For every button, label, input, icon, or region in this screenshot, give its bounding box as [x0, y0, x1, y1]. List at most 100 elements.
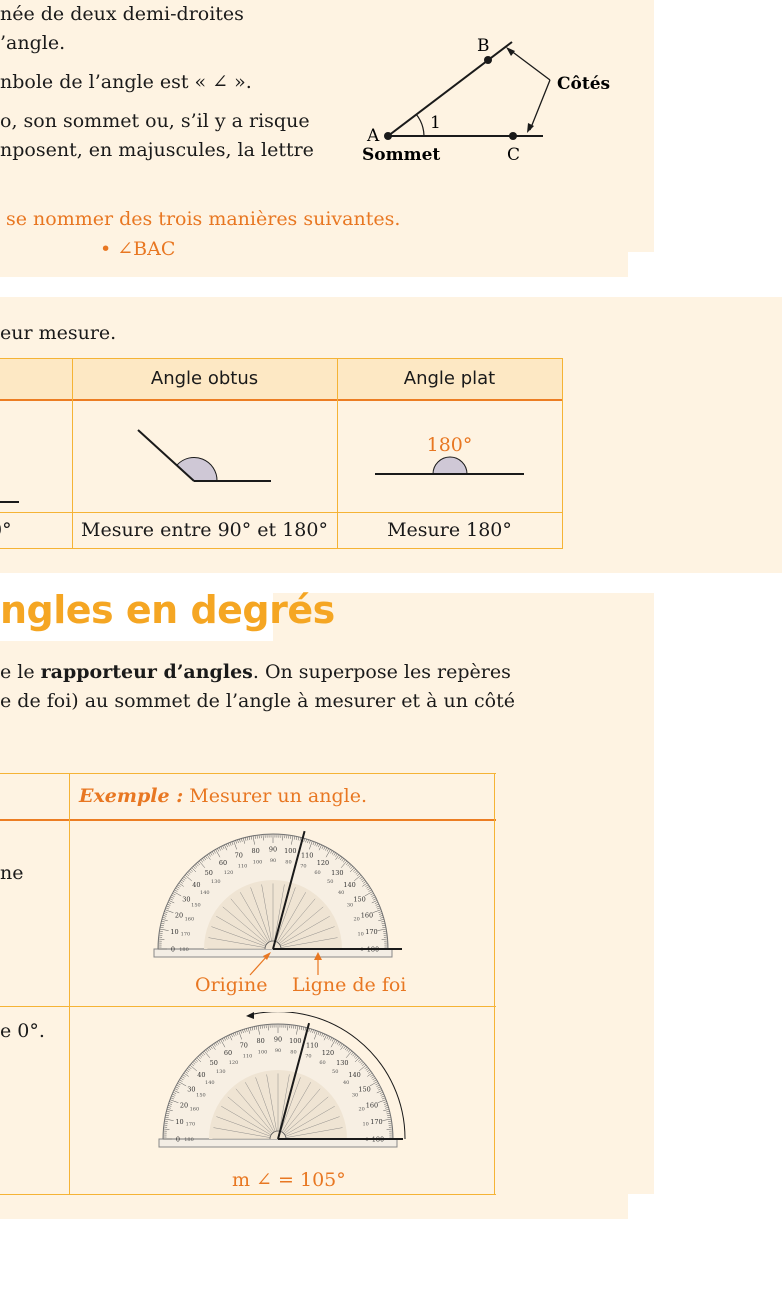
definition-line-4: o, son sommet ou, s’il y a risque: [0, 110, 310, 132]
measurement-line-1: e le rapporteur d’angles. On superpose l…: [0, 661, 511, 683]
svg-text:90: 90: [270, 858, 276, 864]
header-angle-obtus: Angle obtus: [150, 368, 259, 389]
step-1-text-fragment: ne: [0, 862, 24, 884]
svg-text:100: 100: [284, 847, 296, 855]
svg-text:90: 90: [269, 846, 277, 854]
svg-text:110: 110: [243, 1053, 253, 1059]
svg-text:50: 50: [205, 869, 213, 877]
svg-text:110: 110: [306, 1042, 318, 1050]
svg-text:30: 30: [347, 903, 353, 909]
svg-text:20: 20: [175, 911, 183, 919]
svg-text:150: 150: [358, 1086, 370, 1094]
svg-text:20: 20: [358, 1107, 364, 1113]
definition-box-tail: [0, 252, 628, 277]
measurement-line-2: e de foi) au sommet de l’angle à mesurer…: [0, 690, 515, 712]
svg-text:20: 20: [353, 917, 359, 923]
straight-angle-value: 180°: [426, 434, 473, 456]
svg-text:140: 140: [205, 1080, 215, 1086]
angle-types-intro: eur mesure.: [0, 322, 117, 344]
measure-straight: Mesure 180°: [387, 519, 512, 541]
svg-text:160: 160: [185, 917, 195, 923]
svg-text:60: 60: [219, 859, 227, 867]
svg-text:10: 10: [362, 1122, 368, 1128]
svg-text:130: 130: [331, 869, 343, 877]
svg-text:110: 110: [238, 863, 248, 869]
header-angle-plat: Angle plat: [403, 368, 496, 389]
svg-text:70: 70: [305, 1053, 311, 1059]
svg-text:100: 100: [289, 1037, 301, 1045]
svg-text:170: 170: [186, 1122, 196, 1128]
definition-line-3: nbole de l’angle est « ∠ ».: [0, 71, 252, 93]
angle-figure: B A C 1 Sommet Côtés: [362, 36, 610, 165]
svg-text:30: 30: [187, 1086, 195, 1094]
obtuse-angle-figure: [137, 429, 271, 482]
svg-text:120: 120: [322, 1049, 334, 1057]
label-cotes: Côtés: [557, 74, 610, 94]
definition-line-1: née de deux demi-droites: [0, 3, 244, 25]
svg-text:40: 40: [197, 1071, 205, 1079]
measurement-box-tail: [0, 1194, 628, 1219]
svg-text:10: 10: [170, 928, 178, 936]
svg-text:110: 110: [301, 852, 313, 860]
label-a: A: [366, 126, 380, 146]
svg-text:130: 130: [216, 1069, 226, 1075]
svg-text:180: 180: [184, 1137, 194, 1143]
svg-text:160: 160: [361, 911, 373, 919]
svg-text:150: 150: [191, 903, 201, 909]
svg-text:40: 40: [338, 890, 344, 896]
svg-text:60: 60: [319, 1060, 325, 1066]
svg-text:40: 40: [192, 881, 200, 889]
svg-text:80: 80: [256, 1037, 264, 1045]
svg-text:90: 90: [275, 1048, 281, 1054]
svg-text:0: 0: [171, 946, 175, 954]
label-c: C: [507, 145, 520, 165]
svg-text:50: 50: [332, 1069, 338, 1075]
origin-label: Origine: [195, 974, 268, 996]
svg-text:100: 100: [258, 1049, 268, 1055]
protractor-measure-figure: 0 18010 1702016030150401405013060120701108…: [158, 1012, 406, 1148]
svg-text:120: 120: [317, 859, 329, 867]
svg-text:170: 170: [365, 928, 377, 936]
example-header: Exemple : Mesurer un angle.: [79, 785, 368, 807]
svg-text:10: 10: [357, 932, 363, 938]
svg-text:80: 80: [290, 1049, 296, 1055]
ligne-de-foi-label: Ligne de foi: [292, 974, 407, 996]
svg-text:160: 160: [190, 1107, 200, 1113]
svg-text:150: 150: [353, 896, 365, 904]
svg-text:170: 170: [370, 1118, 382, 1126]
svg-text:160: 160: [366, 1101, 378, 1109]
svg-text:30: 30: [182, 896, 190, 904]
svg-text:90: 90: [274, 1036, 282, 1044]
svg-text:140: 140: [348, 1071, 360, 1079]
svg-text:100: 100: [253, 859, 263, 865]
svg-text:70: 70: [300, 863, 306, 869]
svg-text:80: 80: [251, 847, 259, 855]
label-sommet: Sommet: [362, 145, 440, 165]
svg-text:180: 180: [179, 947, 189, 953]
svg-text:130: 130: [211, 879, 221, 885]
naming-bullet: • ∠BAC: [100, 238, 176, 260]
label-b: B: [477, 36, 490, 56]
svg-text:170: 170: [181, 932, 191, 938]
svg-text:20: 20: [180, 1101, 188, 1109]
svg-text:50: 50: [210, 1059, 218, 1067]
definition-line-2: ’angle.: [0, 32, 66, 54]
svg-text:150: 150: [196, 1093, 206, 1099]
svg-text:140: 140: [200, 890, 210, 896]
definition-line-5: nposent, en majuscules, la lettre: [0, 139, 314, 161]
step-2-text-fragment: e 0°.: [0, 1020, 45, 1042]
label-1: 1: [430, 113, 441, 133]
svg-text:70: 70: [240, 1042, 248, 1050]
svg-text:120: 120: [229, 1060, 239, 1066]
svg-text:30: 30: [352, 1093, 358, 1099]
measure-right: 0°: [0, 519, 12, 541]
svg-text:130: 130: [336, 1059, 348, 1067]
svg-text:140: 140: [343, 881, 355, 889]
svg-text:60: 60: [314, 870, 320, 876]
right-angle-fragment: [0, 501, 19, 503]
svg-text:60: 60: [224, 1049, 232, 1057]
svg-text:0: 0: [176, 1136, 180, 1144]
svg-text:70: 70: [235, 852, 243, 860]
section-title: ngles en degrés: [0, 588, 335, 632]
measure-obtuse: Mesure entre 90° et 180°: [81, 519, 328, 541]
